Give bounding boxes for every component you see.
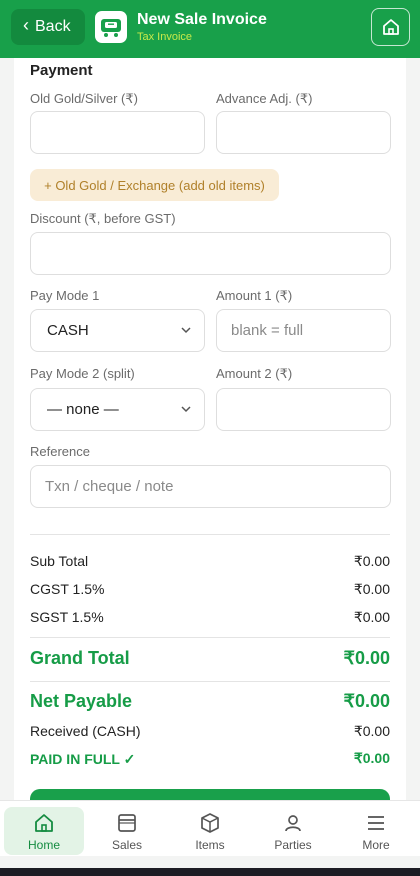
advance-input[interactable]	[216, 111, 391, 154]
reference-label: Reference	[30, 444, 90, 459]
nav-items-label: Items	[195, 838, 225, 852]
home-icon	[35, 814, 53, 832]
nav-home[interactable]: Home	[4, 807, 84, 855]
divider	[30, 637, 390, 638]
received-value: ₹0.00	[353, 723, 390, 739]
nav-home-label: Home	[27, 838, 60, 852]
box-icon	[201, 813, 219, 833]
nav-more-label: More	[362, 838, 390, 852]
cgst-value: ₹0.00	[353, 581, 390, 597]
amount-2-label: Amount 2 (₹)	[216, 366, 293, 381]
pay-mode-1-select[interactable]: CASH	[30, 309, 205, 352]
amount-1-label: Amount 1 (₹)	[216, 288, 293, 303]
grand-total-value: ₹0.00	[343, 648, 391, 668]
payment-status-value: ₹0.00	[353, 750, 390, 766]
sub-total-label: Sub Total	[30, 553, 89, 569]
amount-1-input[interactable]: blank = full	[216, 309, 391, 352]
nav-more[interactable]: More	[336, 807, 416, 855]
old-gold-label: Old Gold/Silver (₹)	[30, 91, 138, 106]
reference-input[interactable]: Txn / cheque / note	[30, 465, 391, 508]
advance-label: Advance Adj. (₹)	[216, 91, 313, 106]
home-icon	[382, 19, 399, 35]
app-logo	[95, 11, 127, 43]
chevron-down-icon	[181, 327, 191, 334]
sgst-label: SGST 1.5%	[30, 609, 104, 625]
nav-sales[interactable]: Sales	[87, 807, 167, 855]
sgst-value: ₹0.00	[353, 609, 390, 625]
grand-total-label: Grand Total	[30, 648, 130, 668]
chevron-down-icon	[181, 406, 191, 413]
discount-label: Discount (₹, before GST)	[30, 211, 176, 226]
invoice-screen: ‹ Back New Sale Invoice Tax Invoice Paym…	[0, 0, 420, 868]
nav-sales-label: Sales	[111, 838, 143, 852]
bottom-nav: Home Sales Items Parties More	[0, 800, 420, 856]
menu-icon	[368, 816, 384, 830]
back-button[interactable]: ‹ Back	[11, 9, 85, 45]
divider	[30, 681, 390, 682]
nav-items[interactable]: Items	[170, 807, 250, 855]
home-button[interactable]	[371, 8, 410, 46]
page-subtitle: Tax Invoice	[137, 31, 193, 43]
amount-2-input[interactable]	[216, 388, 391, 431]
app-header: ‹ Back New Sale Invoice Tax Invoice	[0, 0, 420, 58]
nav-parties-label: Parties	[274, 838, 312, 852]
received-label: Received (CASH)	[30, 723, 141, 739]
back-label: Back	[35, 18, 71, 35]
pay-mode-2-select[interactable]: — none —	[30, 388, 205, 431]
pay-mode-2-value: — none —	[47, 401, 119, 418]
cgst-label: CGST 1.5%	[30, 581, 105, 597]
pay-mode-2-label: Pay Mode 2 (split)	[30, 366, 135, 381]
pay-mode-1-label: Pay Mode 1	[30, 288, 100, 303]
divider	[30, 534, 390, 535]
net-payable-value: ₹0.00	[343, 691, 391, 711]
cart-icon	[101, 19, 121, 37]
sub-total-value: ₹0.00	[353, 553, 390, 569]
pay-mode-1-value: CASH	[47, 322, 89, 339]
payment-status: PAID IN FULL ✓	[30, 751, 136, 767]
nav-parties[interactable]: Parties	[253, 807, 333, 855]
sales-icon	[118, 814, 136, 832]
payment-section-title: Payment	[30, 62, 93, 79]
discount-input[interactable]	[30, 232, 391, 275]
net-payable-label: Net Payable	[30, 691, 133, 711]
person-icon	[285, 815, 301, 832]
page-title: New Sale Invoice	[137, 11, 267, 28]
add-old-gold-button[interactable]: + Old Gold / Exchange (add old items)	[30, 169, 279, 201]
old-gold-input[interactable]	[30, 111, 205, 154]
chevron-left-icon: ‹	[23, 15, 29, 35]
